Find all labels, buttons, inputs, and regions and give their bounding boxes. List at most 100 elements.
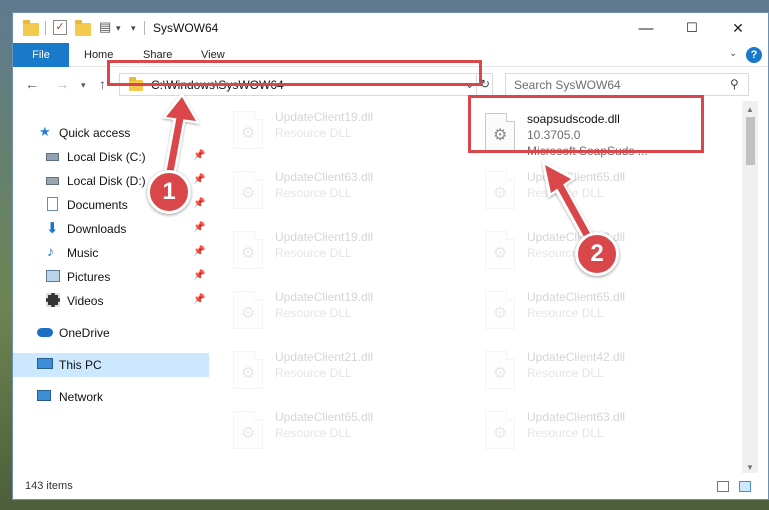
file-name: UpdateClient65.dll — [275, 410, 374, 424]
file-type: Resource DLL — [275, 246, 352, 260]
file-type: Resource DLL — [527, 426, 604, 440]
item-count: 143 items — [25, 480, 73, 492]
list-item[interactable]: ⚙ UpdateClient63.dll Resource DLL — [227, 165, 457, 225]
details-view-icon[interactable] — [717, 481, 729, 492]
dll-file-icon: ⚙ — [485, 351, 515, 389]
pictures-icon — [46, 270, 60, 282]
file-highlight — [468, 95, 704, 153]
file-type: Resource DLL — [527, 186, 604, 200]
file-name: UpdateClient63.dll — [275, 170, 374, 184]
sidebar-item-label: Quick access — [59, 126, 131, 140]
forward-icon[interactable]: → — [55, 76, 69, 92]
sidebar-item-label: Local Disk (C:) — [67, 150, 146, 164]
list-item[interactable]: ⚙ UpdateClient21.dll Resource DLL — [227, 345, 457, 405]
dll-file-icon: ⚙ — [233, 351, 263, 389]
sidebar-item-this-pc[interactable]: This PC — [13, 353, 209, 377]
sidebar-item-local-disk-c[interactable]: Local Disk (C:) 📌 — [13, 145, 209, 169]
pin-icon[interactable]: 📌 — [193, 150, 205, 161]
sidebar-item-label: Network — [59, 390, 104, 404]
quick-access-toolbar-dropdown-icon[interactable]: ▾ — [131, 23, 136, 34]
download-icon: ⬇ — [46, 220, 59, 237]
sidebar-item-label: This PC — [59, 358, 102, 372]
file-type: Resource DLL — [527, 366, 604, 380]
sidebar-item-network[interactable]: Network — [13, 385, 209, 409]
search-icon[interactable]: ⚲ — [730, 77, 739, 91]
sidebar-item-quick-access[interactable]: ★ Quick access — [13, 121, 209, 145]
search-input[interactable]: Search SysWOW64 — [514, 78, 621, 92]
dll-file-icon: ⚙ — [485, 231, 515, 269]
back-icon[interactable]: ← — [25, 76, 39, 92]
music-icon: ♪ — [47, 243, 54, 259]
sidebar-item-pictures[interactable]: Pictures 📌 — [13, 265, 209, 289]
sidebar-item-downloads[interactable]: ⬇ Downloads 📌 — [13, 217, 209, 241]
file-name: UpdateClient21.dll — [275, 350, 374, 364]
scroll-up-icon[interactable]: ▲ — [746, 105, 754, 114]
list-item[interactable]: ⚙ UpdateClient65.dll Resource DLL — [479, 285, 709, 345]
list-item[interactable]: ⚙ UpdateClient42.dll Resource DLL — [479, 345, 709, 405]
status-bar: 143 items — [13, 473, 768, 499]
maximize-button[interactable]: ☐ — [669, 13, 715, 43]
file-type: Resource DLL — [275, 366, 352, 380]
file-name: UpdateClient65.dll — [527, 170, 626, 184]
list-item[interactable]: ⚙ UpdateClient19.dll Resource DLL — [227, 105, 457, 165]
dll-file-icon: ⚙ — [485, 411, 515, 449]
help-button[interactable]: ? — [746, 47, 762, 63]
pin-icon[interactable]: 📌 — [193, 270, 205, 281]
file-type: Resource DLL — [275, 306, 352, 320]
sidebar-item-label: Music — [67, 246, 99, 260]
dll-file-icon: ⚙ — [485, 291, 515, 329]
pin-icon[interactable]: 📌 — [193, 246, 205, 257]
list-item[interactable]: ⚙ UpdateClient19.dll Resource DLL — [227, 285, 457, 345]
star-icon: ★ — [39, 124, 51, 139]
title-bar: ✓ ▤ ▾ ▾ SysWOW64 — ☐ ✕ — [13, 13, 768, 43]
minimize-button[interactable]: — — [623, 13, 669, 43]
window-title: SysWOW64 — [153, 21, 219, 35]
up-icon[interactable]: ↑ — [99, 76, 106, 92]
dll-file-icon: ⚙ — [233, 231, 263, 269]
large-icons-view-icon[interactable] — [739, 481, 751, 492]
sidebar-item-music[interactable]: ♪ Music 📌 — [13, 241, 209, 265]
pin-icon[interactable]: 📌 — [193, 294, 205, 305]
file-name: UpdateClient63.dll — [527, 410, 626, 424]
sidebar-item-onedrive[interactable]: OneDrive — [13, 321, 209, 345]
list-item[interactable]: ⚙ UpdateClient19.dll Resource DLL — [227, 225, 457, 285]
file-name: UpdateClient19.dll — [275, 230, 374, 244]
search-box[interactable]: Search SysWOW64 ⚲ — [505, 73, 749, 96]
file-name: UpdateClient65.dll — [527, 290, 626, 304]
pin-icon[interactable]: 📌 — [193, 174, 205, 185]
file-type: Resource DLL — [275, 426, 352, 440]
properties-icon[interactable]: ✓ — [53, 20, 67, 35]
pin-icon[interactable]: 📌 — [193, 198, 205, 209]
pc-icon — [37, 358, 53, 369]
list-item[interactable]: ⚙ UpdateClient65.dll Resource DLL — [227, 405, 457, 465]
dll-file-icon: ⚙ — [233, 171, 263, 209]
sidebar-item-label: Local Disk (D:) — [67, 174, 146, 188]
dll-file-icon: ⚙ — [233, 111, 263, 149]
network-icon — [37, 390, 51, 401]
address-bar-highlight — [107, 60, 482, 86]
divider — [45, 21, 46, 35]
videos-icon — [46, 293, 60, 307]
sidebar-item-videos[interactable]: Videos 📌 — [13, 289, 209, 313]
scrollbar-thumb[interactable] — [746, 117, 755, 165]
file-type: Resource DLL — [527, 306, 604, 320]
dll-file-icon: ⚙ — [485, 171, 515, 209]
scroll-down-icon[interactable]: ▼ — [746, 463, 754, 472]
customize-view-icon[interactable]: ▤ — [99, 19, 111, 35]
expand-ribbon-icon[interactable]: ⌄ — [729, 48, 737, 59]
close-button[interactable]: ✕ — [715, 13, 761, 43]
file-name: UpdateClient19.dll — [275, 290, 374, 304]
drive-icon — [46, 177, 59, 185]
sidebar-item-label: Downloads — [67, 222, 127, 236]
pin-icon[interactable]: 📌 — [193, 222, 205, 233]
file-type: Resource DLL — [275, 126, 352, 140]
sidebar-item-label: OneDrive — [59, 326, 110, 340]
chevron-down-icon[interactable]: ▾ — [116, 23, 121, 34]
documents-icon — [47, 197, 58, 211]
dll-file-icon: ⚙ — [233, 411, 263, 449]
list-item[interactable]: ⚙ UpdateClient63.dll Resource DLL — [479, 405, 709, 465]
recent-locations-icon[interactable]: ▾ — [81, 80, 86, 91]
tab-file[interactable]: File — [13, 43, 69, 67]
list-item[interactable]: ⚙ UpdateClient65.dll Resource DLL — [479, 165, 709, 225]
cloud-icon — [37, 328, 53, 337]
